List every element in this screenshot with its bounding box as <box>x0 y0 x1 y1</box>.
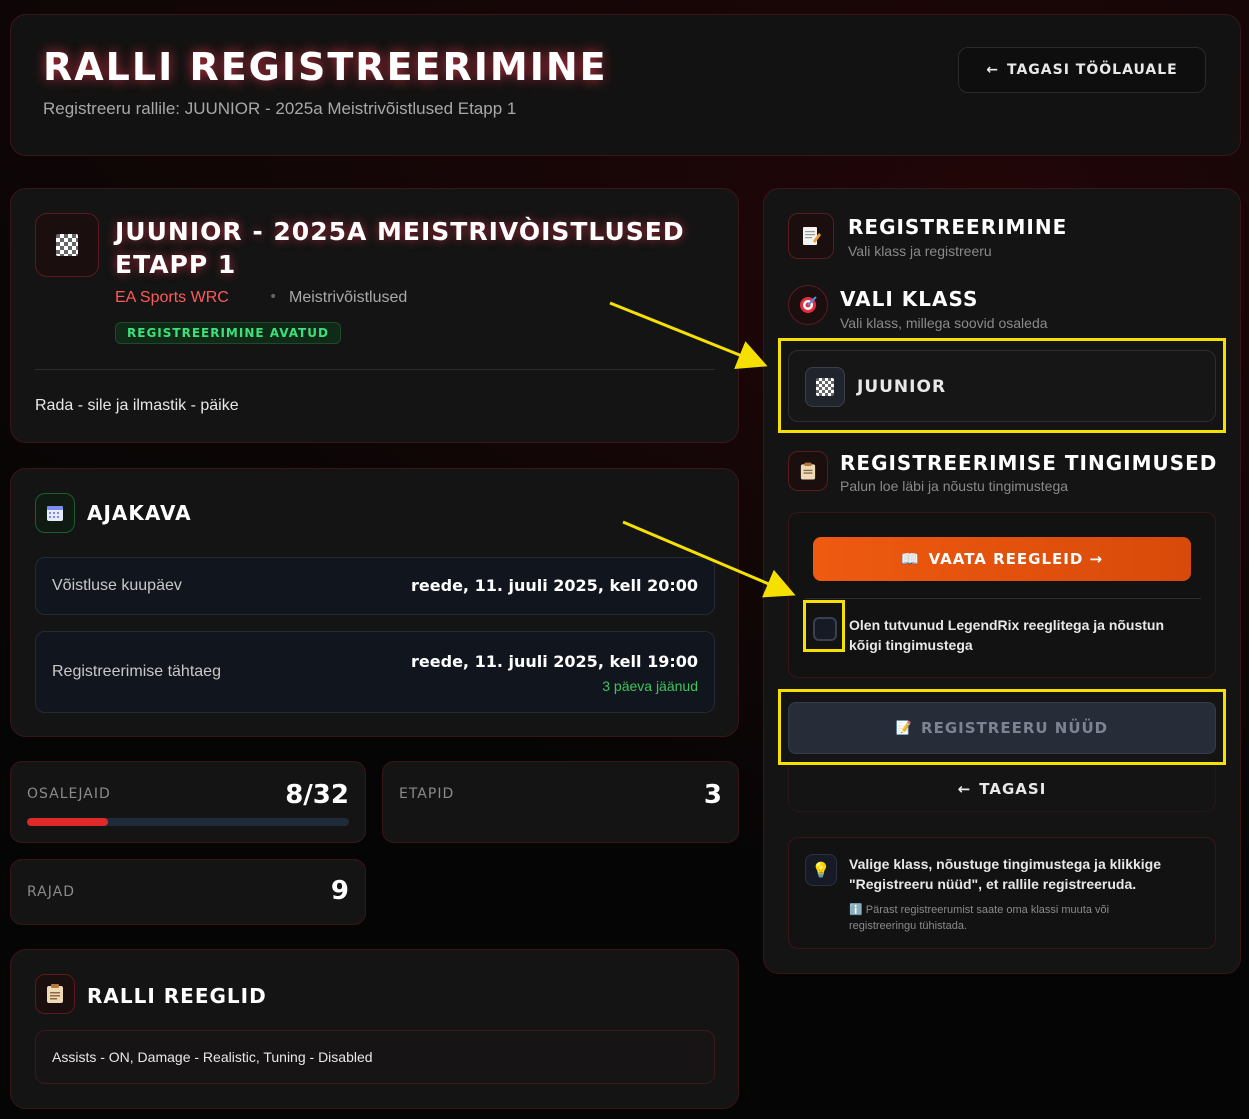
participants-progress-bar <box>27 818 349 826</box>
registration-title: REGISTREERIMINE <box>848 215 1068 239</box>
schedule-title: AJAKAVA <box>87 501 192 525</box>
stat-value: 9 <box>330 876 349 906</box>
stat-value: 8/32 <box>285 780 349 810</box>
schedule-card: AJAKAVA Võistluse kuupäev reede, 11. juu… <box>10 468 739 737</box>
schedule-value: reede, 11. juuli 2025, kell 19:00 <box>411 652 698 671</box>
terms-checkbox[interactable] <box>813 617 837 641</box>
rules-text: Assists - ON, Damage - Realistic, Tuning… <box>52 1049 373 1065</box>
registration-panel: REGISTREERIMINE Vali klass ja registreer… <box>763 188 1241 974</box>
terms-box: 📖 VAATA REEGLEID → Olen tutvunud LegendR… <box>788 512 1216 678</box>
view-rules-label: VAATA REEGLEID → <box>928 550 1104 568</box>
schedule-row-race-date: Võistluse kuupäev reede, 11. juuli 2025,… <box>35 557 715 615</box>
book-icon: 📖 <box>900 550 921 568</box>
hint-box: 💡 Valige klass, nõustuge tingimustega ja… <box>788 837 1216 949</box>
target-icon <box>788 285 828 325</box>
arrow-left-icon: ← <box>957 779 972 798</box>
arrow-left-icon: ← <box>986 62 999 78</box>
page-subtitle: Registreeru rallile: JUUNIOR - 2025a Mei… <box>43 99 517 118</box>
page-header: RALLI REGISTREERIMINE Registreeru rallil… <box>10 14 1241 156</box>
checkered-flag-icon <box>805 367 845 407</box>
schedule-label: Võistluse kuupäev <box>52 577 182 594</box>
stat-label: RAJAD <box>27 884 75 900</box>
back-button[interactable]: ← TAGASI <box>788 766 1216 812</box>
memo-icon <box>788 213 834 259</box>
rules-title: RALLI REEGLID <box>87 984 267 1008</box>
clipboard-icon <box>35 974 75 1014</box>
back-to-dashboard-button[interactable]: ← TAGASI TÖÖLAUALE <box>958 47 1206 93</box>
time-remaining: 3 päeva jäänud <box>602 678 698 694</box>
register-now-button[interactable]: 📝 REGISTREERU NÜÜD <box>788 702 1216 754</box>
terms-section-subtitle: Palun loe läbi ja nõustu tingimustega <box>840 478 1069 494</box>
separator-dot: • <box>269 289 278 305</box>
schedule-value: reede, 11. juuli 2025, kell 20:00 <box>411 576 698 595</box>
registration-subtitle: Vali klass ja registreeru <box>848 243 992 259</box>
rules-card: RALLI REEGLID Assists - ON, Damage - Rea… <box>10 949 739 1109</box>
stat-label: OSALEJAID <box>27 786 111 802</box>
register-now-label: REGISTREERU NÜÜD <box>921 719 1109 737</box>
rally-description: Rada - sile ja ilmastik - päike <box>35 397 239 414</box>
stat-value: 3 <box>703 780 722 810</box>
progress-fill <box>27 818 108 826</box>
lightbulb-icon: 💡 <box>805 854 837 886</box>
schedule-label: Registreerimise tähtaeg <box>52 663 221 680</box>
class-option-label: JUUNIOR <box>857 377 947 397</box>
stat-tracks: RAJAD 9 <box>10 859 366 925</box>
rules-box: Assists - ON, Damage - Realistic, Tuning… <box>35 1030 715 1084</box>
rally-title: JUUNIOR - 2025a Meistrivòistlused Etapp … <box>115 217 685 279</box>
stat-participants: OSALEJAID 8/32 <box>10 761 366 843</box>
terms-section-title: REGISTREERIMISE TINGIMUSED <box>840 451 1218 475</box>
hint-text: Valige klass, nõustuge tingimustega ja k… <box>849 856 1161 892</box>
status-badge: REGISTREERIMINE AVATUD <box>115 322 341 344</box>
view-rules-button[interactable]: 📖 VAATA REEGLEID → <box>813 537 1191 581</box>
rally-type: Meistrivõistlused <box>289 289 408 306</box>
checkered-flag-icon <box>35 213 99 277</box>
divider <box>35 369 715 370</box>
class-section-title: VALI KLASS <box>840 287 979 311</box>
rally-info-card: JUUNIOR - 2025a Meistrivòistlused Etapp … <box>10 188 739 443</box>
rally-game: EA Sports WRC <box>115 289 229 306</box>
divider <box>805 598 1201 599</box>
schedule-row-deadline: Registreerimise tähtaeg reede, 11. juuli… <box>35 631 715 713</box>
memo-icon: 📝 <box>895 720 914 736</box>
stat-label: ETAPID <box>399 786 455 802</box>
class-section-subtitle: Vali klass, millega soovid osaleda <box>840 315 1048 331</box>
hint-note: ℹ️ Pärast registreerumist saate oma klas… <box>849 904 1110 932</box>
calendar-icon <box>35 493 75 533</box>
clipboard-icon <box>788 451 828 491</box>
back-to-dashboard-label: TAGASI TÖÖLAUALE <box>1007 62 1178 78</box>
stat-stages: ETAPID 3 <box>382 761 739 843</box>
terms-checkbox-label[interactable]: Olen tutvunud LegendRix reeglitega ja nõ… <box>849 615 1189 655</box>
back-label: TAGASI <box>979 779 1047 798</box>
class-option-juunior[interactable]: JUUNIOR <box>788 350 1216 422</box>
page-title: RALLI REGISTREERIMINE <box>43 45 608 89</box>
